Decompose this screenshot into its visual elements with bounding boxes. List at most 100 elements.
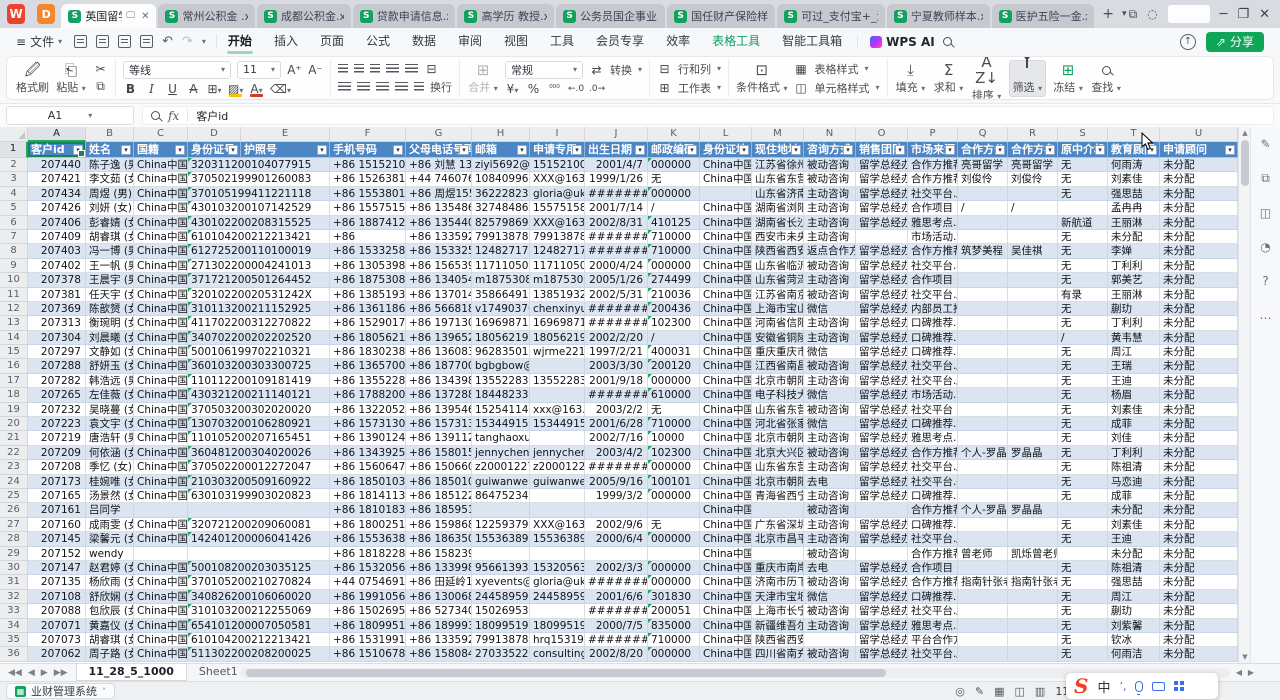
cell[interactable]: 169698712 <box>472 316 530 330</box>
copy-panel-icon[interactable]: ⧉ <box>1261 171 1270 186</box>
cell[interactable]: +86 1598680231 <box>406 518 472 532</box>
cell[interactable]: 210036 <box>648 288 700 302</box>
cell[interactable] <box>1008 288 1058 302</box>
cell[interactable]: 654101200007050581 <box>188 619 330 633</box>
cell[interactable]: 社交平台 <box>908 403 958 417</box>
cell[interactable]: 未分配 <box>1160 633 1238 647</box>
wps-ai-button[interactable]: WPS AI <box>862 35 943 49</box>
cell[interactable]: 142401200006041426 <box>188 532 330 546</box>
cell[interactable] <box>1008 316 1058 330</box>
cell[interactable]: hrq153199 <box>530 633 585 647</box>
cell[interactable]: 207440 <box>28 158 86 172</box>
filter-dropdown-icon[interactable]: ▾ <box>572 145 582 155</box>
align-middle-icon[interactable] <box>354 64 364 73</box>
menu-item-页面[interactable]: 页面 <box>309 28 355 55</box>
row-number[interactable]: 9 <box>0 259 28 273</box>
cell[interactable]: 000000 <box>648 647 700 661</box>
format-painter-button[interactable]: 🖉 格式刷 <box>16 62 49 95</box>
cell[interactable]: 000000 <box>648 158 700 172</box>
cell[interactable]: +86 1343982452 <box>406 374 472 388</box>
vertical-scrollbar[interactable]: ▲ ▼ <box>1238 127 1250 663</box>
cell[interactable]: 左佳薇 (女 <box>86 388 134 402</box>
cell[interactable]: 未分配 <box>1160 201 1238 215</box>
cell[interactable]: 无 <box>1058 374 1108 388</box>
cell[interactable]: 150269534 <box>472 604 530 618</box>
cell[interactable]: tanghaoxu <box>472 431 530 445</box>
name-box[interactable]: A1▾ <box>6 106 134 125</box>
cell[interactable]: 138519326 <box>530 288 585 302</box>
cell[interactable]: China中国 <box>700 547 752 561</box>
cell[interactable]: China中国 <box>134 187 188 201</box>
sogou-logo-icon[interactable]: S <box>1074 674 1088 698</box>
document-tab[interactable]: S公务员国企事业单位 <box>556 4 665 28</box>
cell[interactable]: 无 <box>648 403 700 417</box>
header-cell[interactable]: 咨询方式▾ <box>804 142 856 158</box>
cell[interactable]: 未分配 <box>1160 619 1238 633</box>
cell[interactable]: 刘素佳 <box>1108 172 1160 186</box>
cell[interactable]: 杨欣雨 (女 <box>86 575 134 589</box>
cell[interactable]: 32010220020531242X <box>188 288 330 302</box>
cell[interactable]: +86 1565399710 <box>406 259 472 273</box>
cell[interactable]: 西安市未央 <box>752 230 804 244</box>
cell[interactable]: +86 15152100 <box>330 158 406 172</box>
cell[interactable]: 市场活动.市 <box>908 230 958 244</box>
cell[interactable]: China中国 <box>134 604 188 618</box>
header-cell[interactable]: 手机号码▾ <box>330 142 406 158</box>
increase-font-icon[interactable]: A⁺ <box>287 63 302 77</box>
more-icon[interactable]: … <box>1260 308 1272 322</box>
cell[interactable]: 未分配 <box>1160 647 1238 661</box>
cell[interactable]: 何雨涛 <box>1108 158 1160 172</box>
cell[interactable] <box>1058 547 1108 561</box>
cell[interactable]: 2000/6/4 <box>585 532 648 546</box>
cell[interactable] <box>958 316 1008 330</box>
cell[interactable]: 社交平台./ <box>908 288 958 302</box>
cell[interactable]: 无 <box>1058 532 1108 546</box>
cell[interactable]: 留学总经办 <box>856 187 908 201</box>
column-letter-D[interactable]: D <box>188 127 241 142</box>
cell[interactable]: 吴佳祺 <box>1008 244 1058 258</box>
annotate-icon[interactable]: ✎ <box>975 685 984 698</box>
cell[interactable]: +86 <box>330 230 406 244</box>
cell[interactable]: m1875308 <box>530 273 585 287</box>
row-number[interactable]: 17 <box>0 374 28 388</box>
cell[interactable] <box>1008 273 1058 287</box>
cell[interactable]: China中国 <box>134 345 188 359</box>
cell[interactable]: +44 07546918 <box>330 575 406 589</box>
cell[interactable]: 合作方推荐 <box>908 446 958 460</box>
cell[interactable]: China中国 <box>700 316 752 330</box>
cell[interactable]: 留学总经办 <box>856 431 908 445</box>
cell[interactable]: 207297 <box>28 345 86 359</box>
cell[interactable]: +86 周煜155380 <box>406 187 472 201</box>
cell[interactable]: 被动咨询 <box>804 604 856 618</box>
header-cell[interactable]: 现住地址▾ <box>752 142 804 158</box>
cell[interactable]: 2002/3/3 <box>585 561 648 575</box>
cell[interactable]: 口碑推荐. <box>908 417 958 431</box>
cell[interactable]: 微信 <box>804 388 856 402</box>
cell[interactable]: China中国 <box>134 331 188 345</box>
cell[interactable]: China中国 <box>700 216 752 230</box>
cell[interactable]: xxx@163.c <box>530 403 585 417</box>
cell[interactable]: 155363896 <box>472 532 530 546</box>
cell[interactable] <box>1008 359 1058 373</box>
filter-dropdown-icon[interactable]: ▾ <box>945 145 955 155</box>
find-button[interactable]: 查找 ▾ <box>1090 62 1122 95</box>
underline-button[interactable]: U <box>165 82 180 96</box>
cell[interactable]: 207282 <box>28 374 86 388</box>
filter-dropdown-icon[interactable]: ▾ <box>687 145 697 155</box>
filter-dropdown-icon[interactable]: ▾ <box>228 145 238 155</box>
vertical-scroll-thumb[interactable] <box>1241 140 1249 186</box>
cell[interactable]: 2002/2/20 <box>585 331 648 345</box>
scroll-left-icon[interactable]: ◀ <box>1236 668 1242 677</box>
decrease-decimal-icon[interactable]: .0→ <box>589 84 604 94</box>
cell[interactable]: 000000 <box>648 489 700 503</box>
cell[interactable]: 000000 <box>648 374 700 388</box>
cell[interactable]: 207288 <box>28 359 86 373</box>
cell[interactable]: 胡睿琪 (女 <box>86 633 134 647</box>
row-number[interactable]: 32 <box>0 590 28 604</box>
cell[interactable]: +86 1582391866 <box>406 547 472 561</box>
cell[interactable]: 430103200107142529 <box>188 201 330 215</box>
cell[interactable]: 王一帆 (男 <box>86 259 134 273</box>
column-letter-M[interactable]: M <box>752 127 804 142</box>
cell[interactable]: China中国 <box>700 619 752 633</box>
cell[interactable] <box>1008 561 1058 575</box>
